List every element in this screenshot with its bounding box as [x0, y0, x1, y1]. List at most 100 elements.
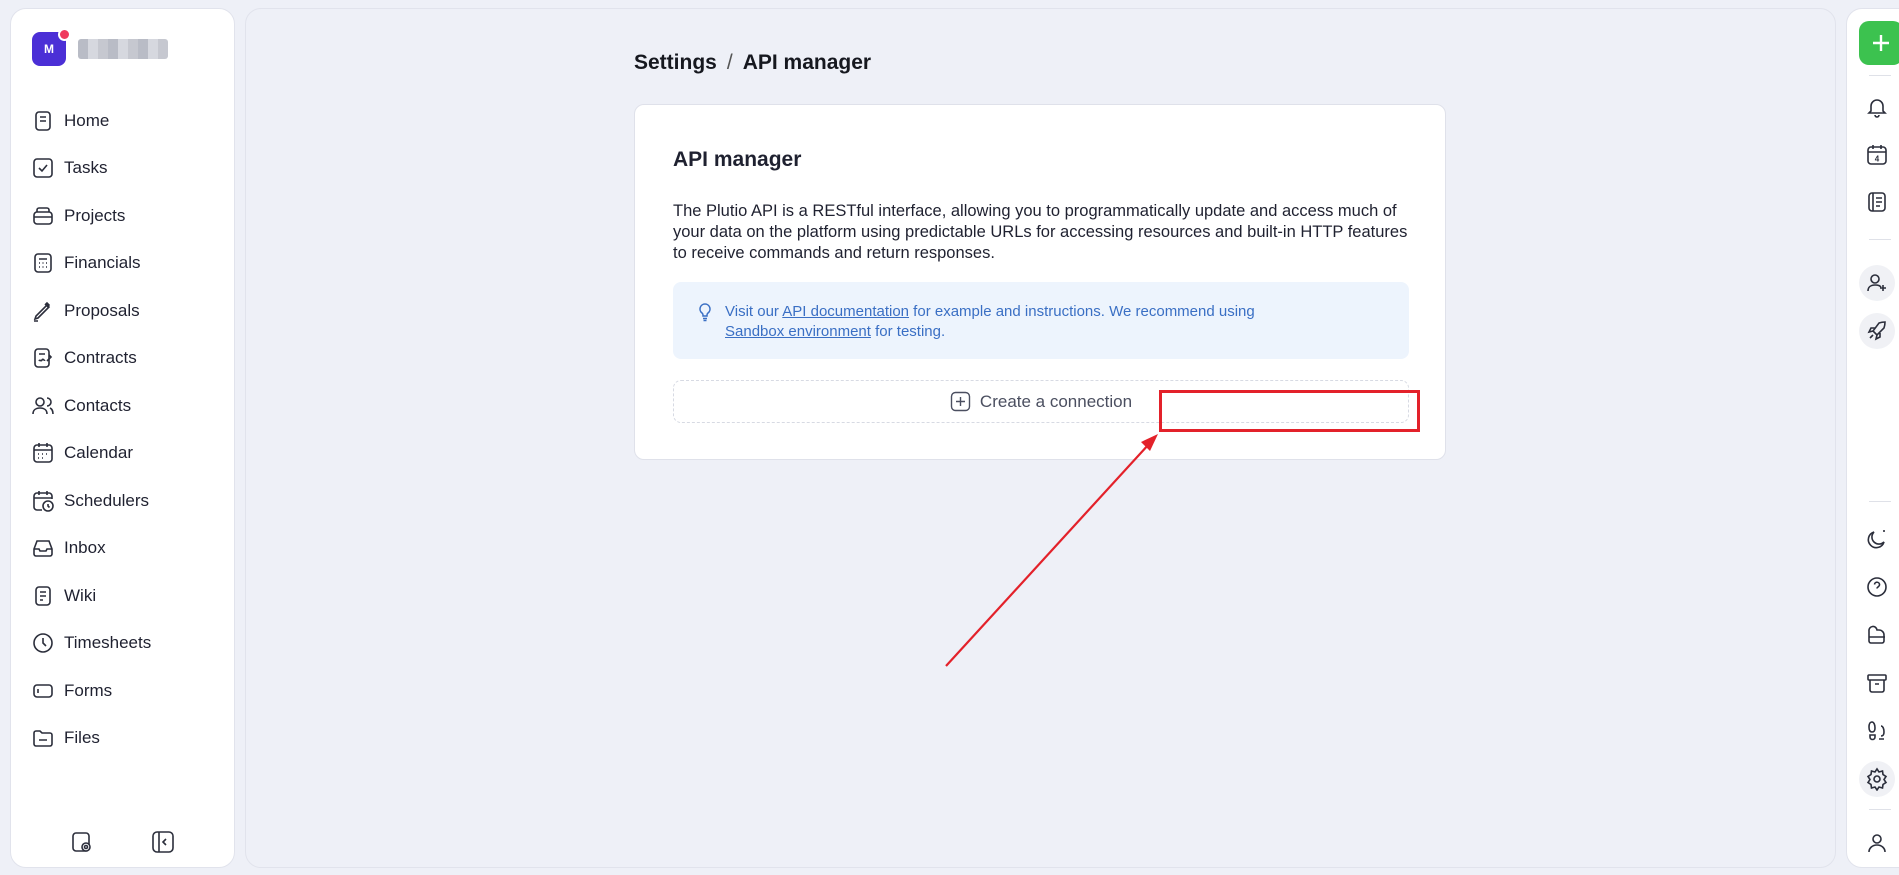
info-hint: Visit our API documentation for example … — [673, 282, 1409, 359]
financials-icon — [34, 253, 52, 274]
forms-icon — [33, 683, 53, 698]
rail-divider — [1869, 501, 1891, 502]
breadcrumb-settings-link[interactable]: Settings — [634, 51, 717, 75]
timesheets-icon — [33, 633, 53, 654]
lightbulb-icon — [699, 303, 711, 322]
user-icon — [1868, 834, 1886, 853]
sidebar-item-label: Calendar — [64, 443, 133, 463]
rail-divider — [1869, 239, 1891, 240]
breadcrumb-current: API manager — [742, 51, 872, 74]
sandbox-environment-link[interactable]: Sandbox environment — [725, 323, 871, 340]
settings-button[interactable] — [1859, 761, 1895, 797]
calendar-day-icon: 4 — [1867, 145, 1887, 165]
sidebar-item-financials[interactable]: Financials — [31, 240, 151, 288]
calendar-day-number: 4 — [1875, 155, 1880, 164]
card-description: The Plutio API is a RESTful interface, a… — [673, 202, 1408, 262]
breadcrumb-separator: / — [726, 51, 733, 74]
rail-divider — [1869, 809, 1891, 810]
sidebar-item-forms[interactable]: Forms — [31, 667, 151, 715]
tasks-icon — [33, 158, 53, 179]
add-user-icon — [1867, 274, 1886, 292]
sidebar-footer — [11, 829, 234, 855]
dark-mode-button[interactable] — [1859, 521, 1895, 557]
notes-icon — [1868, 192, 1886, 212]
sidebar-item-home[interactable]: Home — [31, 97, 151, 145]
gear-icon — [1866, 767, 1888, 791]
calendar-today-button[interactable]: 4 — [1859, 137, 1895, 173]
plus-icon — [1873, 35, 1889, 51]
cloud-storage-icon — [1868, 625, 1885, 644]
profile-button[interactable] — [1859, 825, 1895, 861]
sidebar-item-schedulers[interactable]: Schedulers — [31, 477, 151, 525]
contracts-icon — [34, 348, 53, 369]
notification-dot — [58, 28, 71, 41]
annotation-arrow — [945, 434, 1158, 667]
hint-suffix: for testing. — [870, 323, 946, 340]
sidebar-item-inbox[interactable]: Inbox — [31, 525, 151, 573]
sidebar-item-contracts[interactable]: Contracts — [31, 335, 151, 383]
avatar-initial: M — [44, 42, 54, 56]
home-icon — [35, 110, 51, 131]
sidebar-item-label: Timesheets — [64, 633, 152, 653]
sidebar-item-label: Files — [64, 728, 100, 748]
sidebar-item-label: Home — [64, 110, 110, 130]
sidebar-item-proposals[interactable]: Proposals — [31, 287, 151, 335]
sidebar-item-label: Contracts — [64, 348, 137, 368]
main-content: Settings / API manager API manager The P… — [245, 8, 1836, 868]
sidebar-item-files[interactable]: Files — [31, 715, 151, 763]
bell-icon — [1867, 99, 1887, 118]
sidebar-item-label: Inbox — [64, 538, 106, 558]
sidebar-item-label: Tasks — [64, 158, 108, 178]
sidebar-item-label: Wiki — [64, 585, 97, 605]
footsteps-icon — [1868, 721, 1885, 741]
sidebar-item-tasks[interactable]: Tasks — [31, 145, 151, 193]
plus-square-icon — [950, 391, 971, 412]
rail-divider — [1869, 75, 1891, 76]
sidebar-nav: Home Tasks Projects Financials Proposals… — [31, 97, 151, 762]
sidebar-item-contacts[interactable]: Contacts — [31, 382, 151, 430]
invite-user-button[interactable] — [1859, 265, 1895, 301]
sidebar-item-projects[interactable]: Projects — [31, 192, 151, 240]
archive-button[interactable] — [1859, 665, 1895, 701]
inbox-icon — [33, 540, 53, 558]
sidebar-item-calendar[interactable]: Calendar — [31, 430, 151, 478]
create-connection-label: Create a connection — [979, 391, 1133, 411]
hint-prefix: Visit our — [725, 303, 783, 320]
hint-text: Visit our API documentation for example … — [725, 302, 1285, 342]
sidebar: M Home Tasks Projects Financials Proposa… — [10, 8, 235, 868]
annotation-highlight-box — [1159, 390, 1420, 432]
sidebar-item-label: Schedulers — [64, 490, 150, 510]
workspace-switcher[interactable]: M — [32, 28, 168, 67]
workspace-settings-icon[interactable] — [69, 829, 95, 855]
wiki-icon — [35, 585, 51, 606]
api-documentation-link[interactable]: API documentation — [782, 303, 909, 320]
rocket-icon — [1867, 321, 1886, 341]
quick-add-button[interactable] — [1859, 21, 1899, 65]
sidebar-item-label: Projects — [64, 205, 126, 225]
projects-icon — [33, 206, 53, 225]
hint-middle: for example and instructions. We recomme… — [909, 303, 1255, 320]
collapse-sidebar-icon[interactable] — [150, 829, 176, 855]
right-rail: 4 — [1846, 8, 1899, 868]
help-button[interactable] — [1859, 569, 1895, 605]
notifications-button[interactable] — [1859, 89, 1895, 125]
avatar[interactable]: M — [32, 28, 71, 66]
calendar-icon — [33, 443, 53, 464]
sidebar-item-label: Proposals — [64, 300, 140, 320]
sidebar-item-label: Financials — [64, 253, 141, 273]
contacts-icon — [32, 396, 54, 414]
help-icon — [1867, 577, 1887, 597]
storage-button[interactable] — [1859, 617, 1895, 653]
notes-button[interactable] — [1859, 184, 1895, 220]
sidebar-item-timesheets[interactable]: Timesheets — [31, 620, 151, 668]
workspace-name-blurred — [78, 39, 168, 59]
card-title: API manager — [673, 148, 802, 171]
sidebar-item-wiki[interactable]: Wiki — [31, 572, 151, 620]
sidebar-item-label: Forms — [64, 680, 113, 700]
moon-icon — [1867, 530, 1886, 549]
files-icon — [33, 730, 53, 748]
launch-button[interactable] — [1859, 313, 1895, 349]
proposals-icon — [33, 301, 51, 322]
sidebar-item-label: Contacts — [64, 395, 132, 415]
footsteps-button[interactable] — [1859, 713, 1895, 749]
